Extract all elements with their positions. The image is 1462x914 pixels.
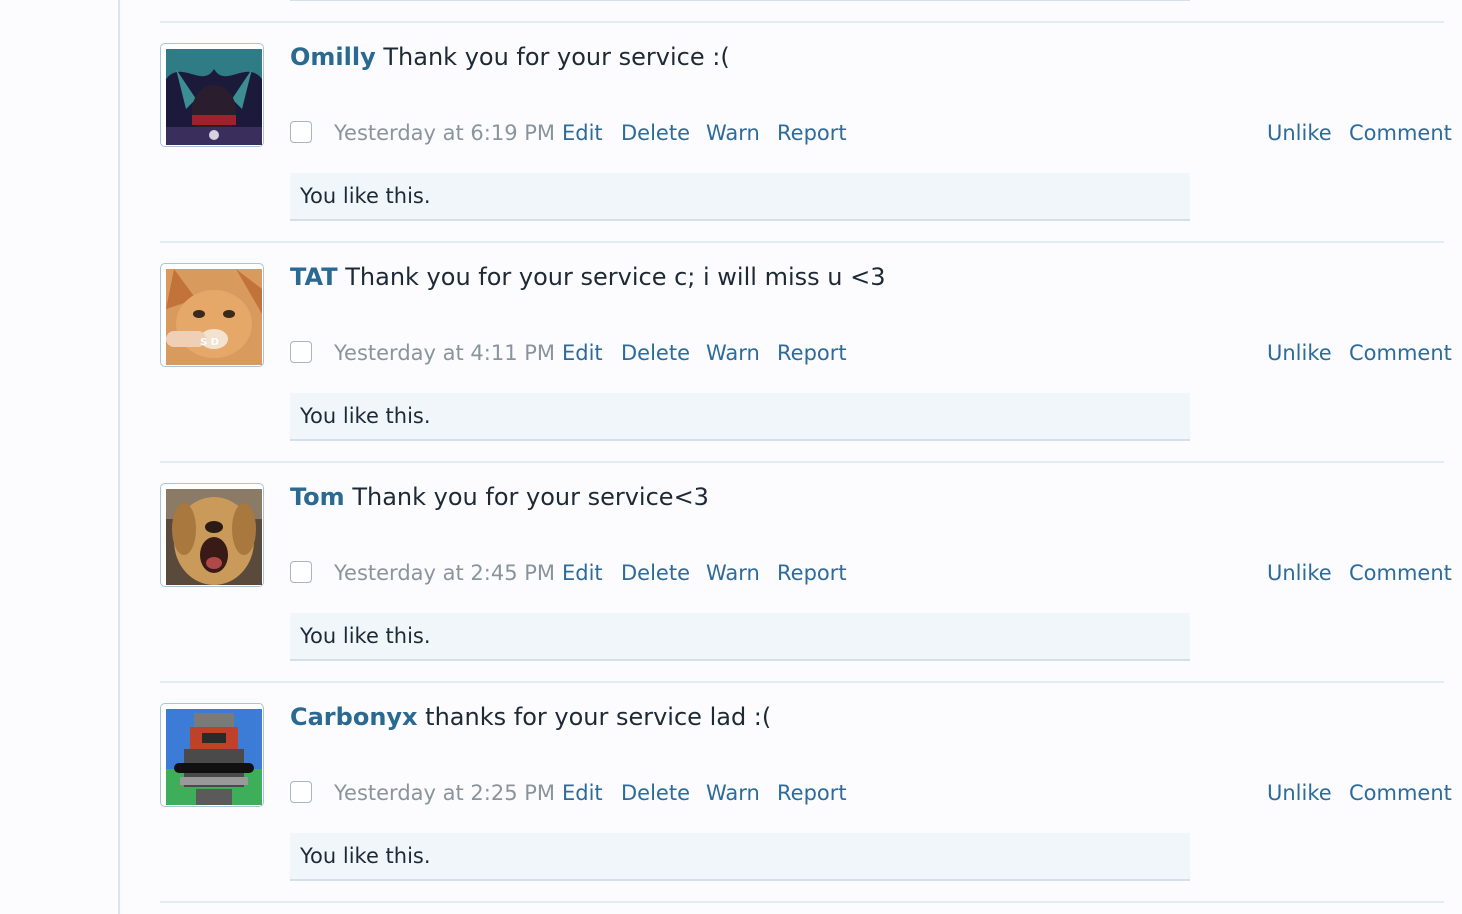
- select-checkbox[interactable]: [290, 561, 312, 583]
- avatar-carbonyx[interactable]: [160, 703, 264, 807]
- profile-post: Tom Thank you for your service<3 Yesterd…: [160, 462, 1452, 680]
- delete-link[interactable]: Delete: [621, 778, 690, 808]
- report-link[interactable]: Report: [777, 558, 847, 588]
- message-text: Thank you for your service<3: [352, 483, 709, 511]
- likes-text: You like this.: [300, 844, 431, 868]
- edit-link[interactable]: Edit: [562, 118, 603, 148]
- comment-link[interactable]: Comment: [1349, 338, 1452, 368]
- unlike-link[interactable]: Unlike: [1267, 558, 1332, 588]
- post-message: Tom Thank you for your service<3: [290, 482, 709, 512]
- delete-link[interactable]: Delete: [621, 118, 690, 148]
- post-meta-bar: Yesterday at 2:45 PM Edit Delete Warn Re…: [290, 558, 1452, 588]
- post-message: Carbonyx thanks for your service lad :(: [290, 702, 771, 732]
- unlike-link[interactable]: Unlike: [1267, 778, 1332, 808]
- edit-link[interactable]: Edit: [562, 338, 603, 368]
- avatar-image: [166, 709, 262, 805]
- author-link[interactable]: Omilly: [290, 43, 376, 71]
- likes-text: You like this.: [300, 404, 431, 428]
- profile-post: S D TAT Thank you for your service c; i …: [160, 242, 1452, 460]
- edit-link[interactable]: Edit: [562, 778, 603, 808]
- warn-link[interactable]: Warn: [706, 338, 760, 368]
- likes-text: You like this.: [300, 624, 431, 648]
- author-link[interactable]: TAT: [290, 263, 338, 291]
- post-meta-bar: Yesterday at 4:11 PM Edit Delete Warn Re…: [290, 338, 1452, 368]
- avatar-image: [166, 489, 262, 585]
- avatar-tom[interactable]: [160, 483, 264, 587]
- comment-link[interactable]: Comment: [1349, 778, 1452, 808]
- post-meta-bar: Yesterday at 2:25 PM Edit Delete Warn Re…: [290, 778, 1452, 808]
- avatar-tat[interactable]: S D: [160, 263, 264, 367]
- likes-summary: You like this.: [290, 393, 1190, 441]
- post-timestamp[interactable]: Yesterday at 6:19 PM: [334, 118, 555, 148]
- message-text: Thank you for your service :(: [383, 43, 730, 71]
- delete-link[interactable]: Delete: [621, 558, 690, 588]
- post-timestamp[interactable]: Yesterday at 2:45 PM: [334, 558, 555, 588]
- comment-link[interactable]: Comment: [1349, 558, 1452, 588]
- unlike-link[interactable]: Unlike: [1267, 118, 1332, 148]
- unlike-link[interactable]: Unlike: [1267, 338, 1332, 368]
- report-link[interactable]: Report: [777, 338, 847, 368]
- likes-summary: You like this.: [290, 833, 1190, 881]
- post-timestamp[interactable]: Yesterday at 2:25 PM: [334, 778, 555, 808]
- warn-link[interactable]: Warn: [706, 778, 760, 808]
- post-message: Omilly Thank you for your service :(: [290, 42, 730, 72]
- likes-summary: You like this.: [290, 613, 1190, 661]
- likes-text: You like this.: [300, 184, 431, 208]
- likes-summary: You like this.: [290, 173, 1190, 221]
- report-link[interactable]: Report: [777, 118, 847, 148]
- comment-link[interactable]: Comment: [1349, 118, 1452, 148]
- author-link[interactable]: Carbonyx: [290, 703, 418, 731]
- profile-post: Carbonyx thanks for your service lad :( …: [160, 682, 1452, 900]
- select-checkbox[interactable]: [290, 781, 312, 803]
- avatar-omilly[interactable]: [160, 43, 264, 147]
- post-message: TAT Thank you for your service c; i will…: [290, 262, 885, 292]
- previous-like-bar-edge: [290, 0, 1190, 1]
- left-column-border: [118, 0, 120, 914]
- avatar-image: S D: [166, 269, 262, 365]
- delete-link[interactable]: Delete: [621, 338, 690, 368]
- svg-text:S D: S D: [200, 337, 219, 348]
- post-separator: [160, 901, 1444, 903]
- profile-post: Omilly Thank you for your service :( Yes…: [160, 22, 1452, 240]
- select-checkbox[interactable]: [290, 341, 312, 363]
- warn-link[interactable]: Warn: [706, 558, 760, 588]
- author-link[interactable]: Tom: [290, 483, 345, 511]
- select-checkbox[interactable]: [290, 121, 312, 143]
- message-text: Thank you for your service c; i will mis…: [345, 263, 886, 291]
- edit-link[interactable]: Edit: [562, 558, 603, 588]
- post-meta-bar: Yesterday at 6:19 PM Edit Delete Warn Re…: [290, 118, 1452, 148]
- report-link[interactable]: Report: [777, 778, 847, 808]
- avatar-image: [166, 49, 262, 145]
- post-timestamp[interactable]: Yesterday at 4:11 PM: [334, 338, 555, 368]
- message-text: thanks for your service lad :(: [425, 703, 772, 731]
- warn-link[interactable]: Warn: [706, 118, 760, 148]
